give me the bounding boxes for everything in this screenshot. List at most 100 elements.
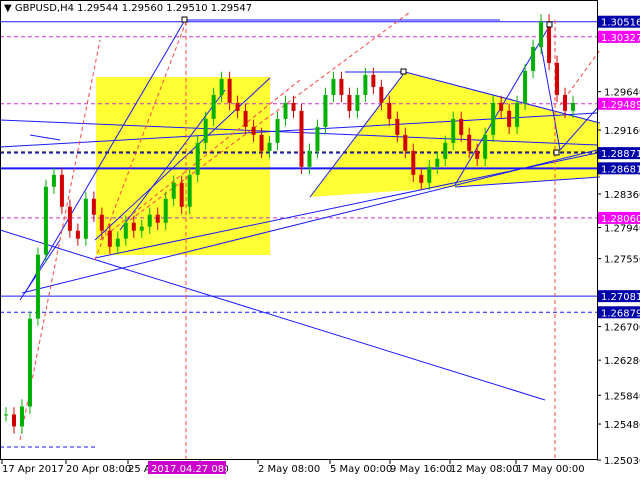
- time-highlight-label: 2017.04.27 08:00: [151, 464, 240, 475]
- candle-body: [355, 94, 360, 111]
- candle-body: [155, 214, 160, 223]
- candle-body: [219, 78, 224, 95]
- time-tick-label: 25 A: [128, 464, 151, 475]
- time-tick-label: 9 May 16:00: [390, 464, 452, 475]
- time-tick-label: 17 Apr 2017: [2, 464, 64, 475]
- candle-body: [331, 78, 336, 95]
- candle-body: [347, 94, 352, 111]
- candle-body: [59, 174, 64, 207]
- price-chart[interactable]: 1.303001.296401.291601.283601.279401.275…: [0, 0, 640, 480]
- candle-body: [291, 102, 296, 111]
- candle-body: [491, 102, 496, 135]
- price-tick-label: 1.25480: [604, 420, 640, 431]
- point-marker: [553, 149, 560, 156]
- price-tick-label: 1.26280: [604, 356, 640, 367]
- candle-body: [67, 206, 72, 231]
- candle-body: [371, 74, 376, 87]
- price-tick-label: 1.29640: [604, 88, 640, 99]
- price-tick-label: 1.29160: [604, 126, 640, 137]
- candle-body: [275, 118, 280, 143]
- low-price: 1.29510: [166, 3, 208, 14]
- level-label: 1.29489: [601, 100, 640, 111]
- candle-body: [459, 118, 464, 135]
- price-tick-label: 1.27550: [604, 255, 640, 266]
- candle-body: [99, 214, 104, 231]
- plot-frame: [0, 0, 598, 460]
- collapse-arrow-icon[interactable]: ▼: [4, 3, 12, 14]
- level-label: 1.26879: [601, 308, 640, 319]
- candle-body: [539, 21, 544, 47]
- candle-body: [507, 110, 512, 127]
- candle-body: [523, 70, 528, 103]
- candle-body: [467, 134, 472, 151]
- candle-body: [339, 78, 344, 95]
- candle-body: [571, 102, 576, 111]
- candle-body: [171, 182, 176, 199]
- candle-body: [515, 102, 520, 127]
- candle-body: [563, 94, 568, 111]
- candle-body: [139, 226, 144, 231]
- high-price: 1.29560: [121, 3, 164, 14]
- candle-body: [307, 150, 312, 167]
- candle-body: [243, 110, 248, 127]
- time-tick-label: 2 May 08:00: [258, 464, 320, 475]
- time-tick-label: 20 Apr 08:00: [66, 464, 131, 475]
- candle-body: [499, 102, 504, 111]
- candle-body: [83, 198, 88, 239]
- candle-body: [43, 186, 48, 255]
- trend-line: [0, 229, 546, 401]
- point-marker: [181, 16, 188, 23]
- candle-body: [451, 118, 456, 143]
- trend-line: [29, 134, 61, 141]
- candle-body: [179, 182, 184, 207]
- level-label: 1.30327: [601, 33, 640, 44]
- candle-body: [259, 134, 264, 151]
- trend-line: [19, 239, 61, 301]
- candle-body: [27, 318, 32, 407]
- candle-body: [427, 166, 432, 183]
- candle-body: [315, 126, 320, 151]
- candle-body: [107, 230, 112, 247]
- open-price: 1.29544: [77, 3, 119, 14]
- candle-body: [531, 46, 536, 71]
- candle-body: [35, 254, 40, 319]
- point-marker: [546, 21, 553, 28]
- candle-body: [115, 238, 120, 247]
- candle-body: [51, 174, 56, 187]
- candle-body: [403, 134, 408, 151]
- candle-body: [19, 406, 24, 427]
- candle-body: [323, 94, 328, 127]
- candle-body: [251, 126, 256, 135]
- candle-body: [195, 142, 200, 175]
- close-price: 1.29547: [210, 3, 253, 14]
- price-tick-label: 1.25030: [604, 456, 640, 467]
- candle-body: [11, 414, 16, 427]
- candle-body: [363, 74, 368, 95]
- candle-body: [91, 198, 96, 215]
- level-label: 1.27081: [601, 292, 640, 303]
- candle-body: [123, 222, 128, 239]
- candle-body: [4, 414, 8, 416]
- candle-body: [483, 134, 488, 159]
- candle-body: [379, 86, 384, 103]
- candle-body: [547, 21, 552, 63]
- candle-body: [283, 102, 288, 119]
- candle-body: [387, 102, 392, 119]
- candle-body: [227, 78, 232, 103]
- price-tick-label: 1.25840: [604, 391, 640, 402]
- candle-body: [235, 102, 240, 111]
- level-label: 1.28871: [601, 149, 640, 160]
- candle-body: [443, 142, 448, 159]
- symbol-label: GBPUSD,H4: [14, 3, 74, 14]
- symbol-title: ▼ GBPUSD,H4 1.29544 1.29560 1.29510 1.29…: [4, 3, 252, 14]
- level-label: 1.30516: [601, 18, 640, 29]
- level-label: 1.28060: [601, 214, 640, 225]
- candle-body: [395, 118, 400, 135]
- candle-body: [475, 150, 480, 159]
- candle-body: [267, 142, 272, 151]
- price-tick-label: 1.26700: [604, 323, 640, 334]
- candle-body: [187, 174, 192, 207]
- candle-body: [555, 62, 560, 95]
- candle-body: [75, 230, 80, 239]
- time-tick-label: 5 May 00:00: [330, 464, 392, 475]
